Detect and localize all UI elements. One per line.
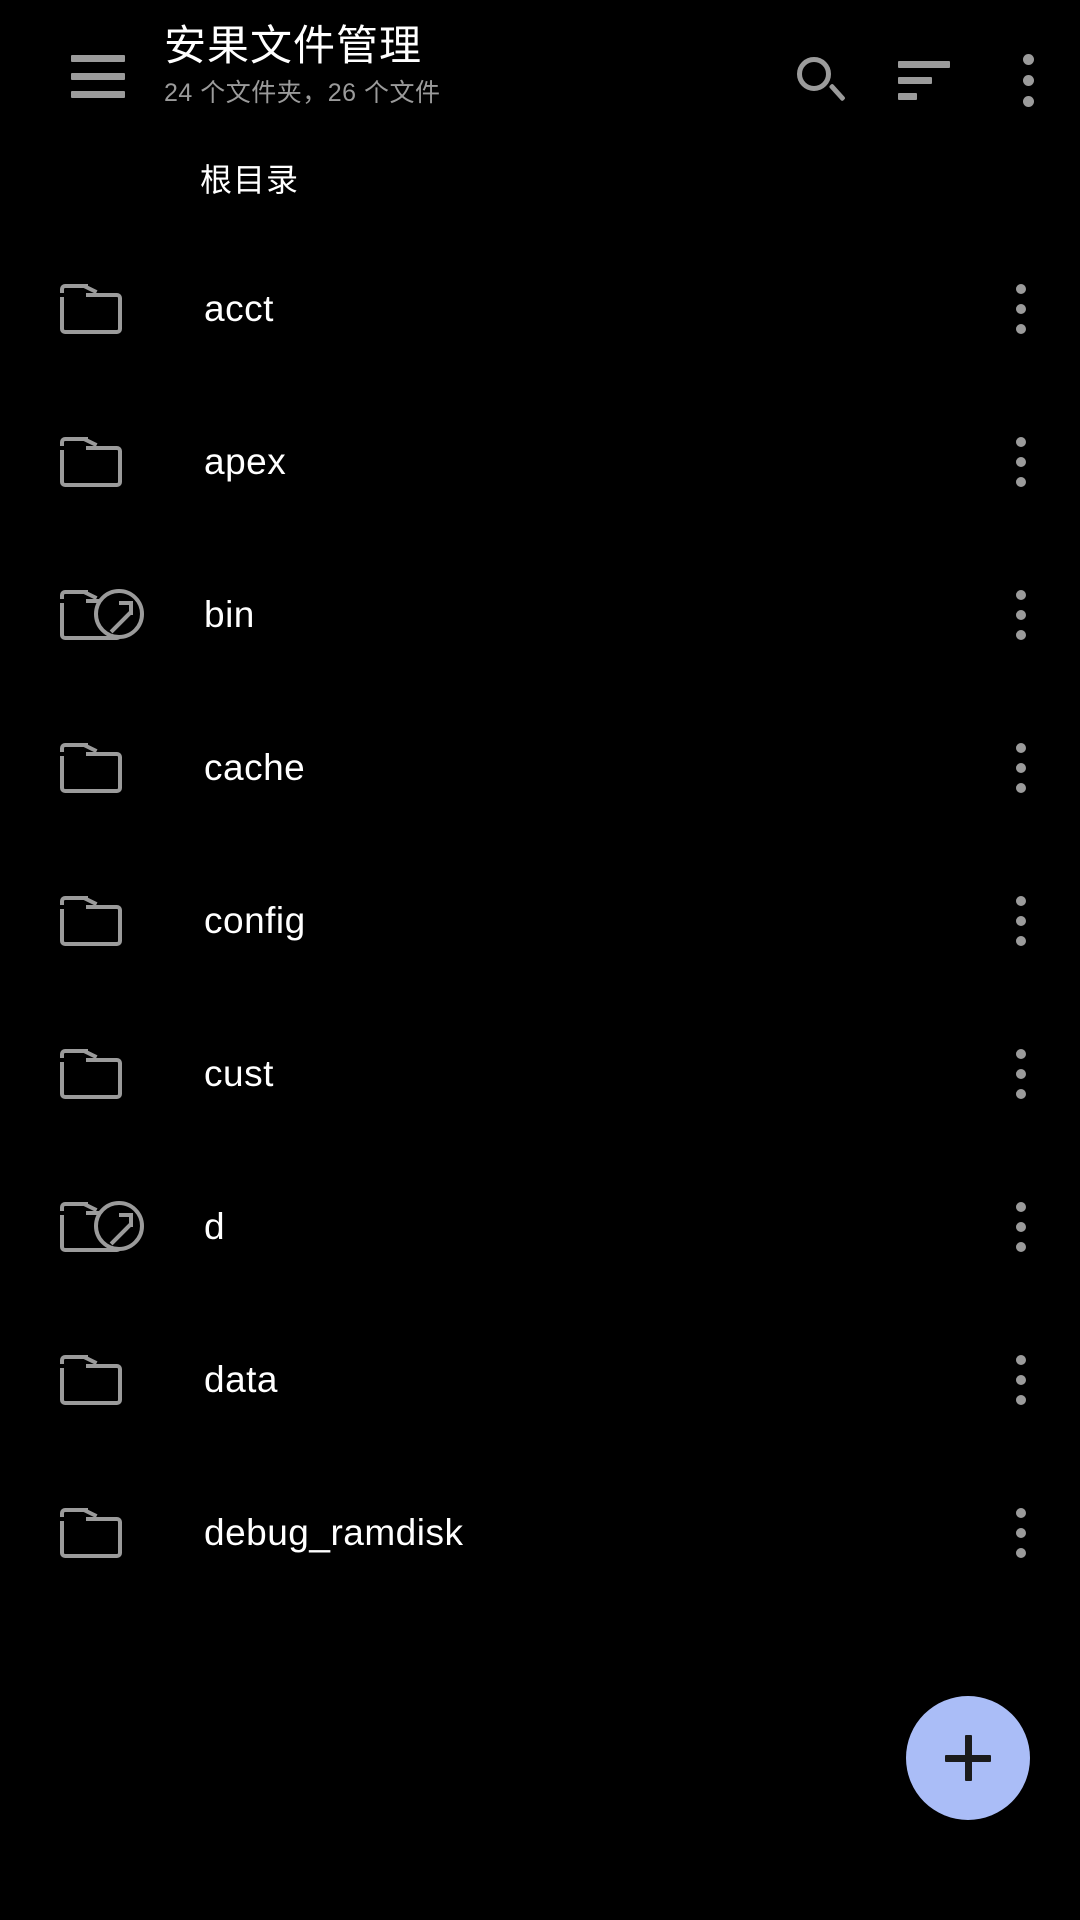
list-item[interactable]: debug_ramdisk bbox=[0, 1456, 1080, 1609]
more-vertical-icon bbox=[1015, 589, 1027, 640]
app-toolbar: 安果文件管理 24 个文件夹，26 个文件 bbox=[0, 0, 1080, 132]
toolbar-title-block: 安果文件管理 24 个文件夹，26 个文件 bbox=[164, 20, 768, 110]
folder-icon bbox=[60, 410, 164, 514]
more-vertical-icon bbox=[1015, 283, 1027, 334]
file-list: acct apex bin cache config cust d data d… bbox=[0, 232, 1080, 1609]
list-item-label: bin bbox=[204, 593, 255, 635]
toolbar-actions bbox=[768, 30, 1080, 130]
list-item-label: cust bbox=[204, 1052, 274, 1094]
folder-icon bbox=[60, 1328, 164, 1432]
breadcrumb-item-root[interactable]: 根目录 bbox=[200, 155, 299, 201]
list-item-more-button[interactable] bbox=[966, 1150, 1076, 1303]
search-button[interactable] bbox=[768, 30, 872, 130]
more-vertical-icon bbox=[1015, 1354, 1027, 1405]
more-vertical-icon bbox=[1015, 436, 1027, 487]
more-vertical-icon bbox=[1015, 895, 1027, 946]
more-vertical-icon bbox=[1022, 53, 1034, 107]
list-item[interactable]: cache bbox=[0, 691, 1080, 844]
list-item-more-button[interactable] bbox=[966, 691, 1076, 844]
page-subtitle: 24 个文件夹，26 个文件 bbox=[164, 79, 441, 107]
more-vertical-icon bbox=[1015, 1507, 1027, 1558]
list-item[interactable]: acct bbox=[0, 232, 1080, 385]
plus-icon bbox=[945, 1735, 991, 1781]
list-item[interactable]: bin bbox=[0, 538, 1080, 691]
list-item[interactable]: config bbox=[0, 844, 1080, 997]
list-item[interactable]: apex bbox=[0, 385, 1080, 538]
more-vertical-icon bbox=[1015, 1048, 1027, 1099]
list-item-more-button[interactable] bbox=[966, 997, 1076, 1150]
more-vertical-icon bbox=[1015, 1201, 1027, 1252]
list-item-label: acct bbox=[204, 287, 274, 329]
sort-button[interactable] bbox=[872, 30, 976, 130]
hamburger-menu-icon[interactable] bbox=[50, 28, 146, 124]
list-item-label: config bbox=[204, 899, 306, 941]
sort-icon bbox=[898, 60, 950, 100]
folder-icon bbox=[60, 257, 164, 361]
list-item-more-button[interactable] bbox=[966, 232, 1076, 385]
file-manager-screen: 安果文件管理 24 个文件夹，26 个文件 根目录 acct apex bin … bbox=[0, 0, 1080, 1920]
list-item-label: data bbox=[204, 1358, 279, 1400]
overflow-menu-button[interactable] bbox=[976, 30, 1080, 130]
list-item-more-button[interactable] bbox=[966, 1456, 1076, 1609]
list-item[interactable]: data bbox=[0, 1303, 1080, 1456]
list-item-more-button[interactable] bbox=[966, 538, 1076, 691]
list-item-label: debug_ramdisk bbox=[204, 1511, 464, 1553]
menu-bar-2 bbox=[71, 72, 125, 80]
list-item-more-button[interactable] bbox=[966, 385, 1076, 538]
folder-symlink-icon bbox=[60, 563, 164, 667]
list-item-label: apex bbox=[204, 440, 287, 482]
add-button[interactable] bbox=[906, 1696, 1030, 1820]
list-item-more-button[interactable] bbox=[966, 1303, 1076, 1456]
list-item-label: cache bbox=[204, 746, 306, 788]
symlink-arrow-icon bbox=[94, 588, 144, 639]
list-item[interactable]: cust bbox=[0, 997, 1080, 1150]
list-item[interactable]: d bbox=[0, 1150, 1080, 1303]
list-item-more-button[interactable] bbox=[966, 844, 1076, 997]
folder-icon bbox=[60, 1022, 164, 1126]
page-title: 安果文件管理 bbox=[164, 22, 423, 69]
breadcrumb: 根目录 bbox=[0, 132, 1080, 224]
folder-icon bbox=[60, 1481, 164, 1585]
menu-bar-1 bbox=[71, 54, 125, 62]
more-vertical-icon bbox=[1015, 742, 1027, 793]
folder-symlink-icon bbox=[60, 1175, 164, 1279]
folder-icon bbox=[60, 869, 164, 973]
search-icon bbox=[797, 57, 846, 103]
folder-icon bbox=[60, 716, 164, 820]
list-item-label: d bbox=[204, 1205, 226, 1247]
symlink-arrow-icon bbox=[94, 1200, 144, 1251]
menu-bar-3 bbox=[71, 90, 125, 98]
